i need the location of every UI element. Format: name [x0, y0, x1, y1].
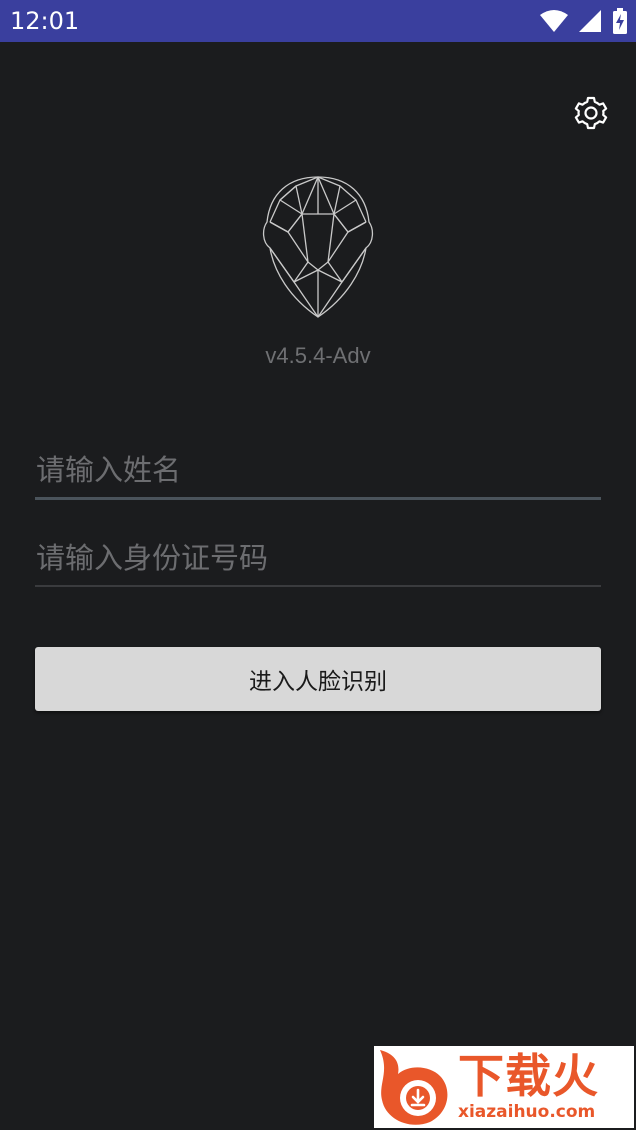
- version-text: v4.5.4-Adv: [265, 343, 371, 368]
- gear-icon: [574, 96, 608, 130]
- id-input-underline: [35, 585, 601, 587]
- watermark-url: xiazaihuo.com: [458, 1102, 596, 1122]
- watermark-logo: 下载火 xiazaihuo.com: [374, 1046, 634, 1128]
- flame-download-icon: [380, 1050, 448, 1125]
- settings-button[interactable]: [572, 94, 610, 132]
- battery-charging-icon: [613, 8, 627, 34]
- id-number-input[interactable]: [36, 533, 601, 583]
- status-icons: [540, 8, 628, 34]
- face-mesh-icon: [262, 176, 374, 318]
- status-bar: 12:01: [0, 0, 636, 42]
- signal-icon: [579, 10, 601, 32]
- face-logo: [258, 174, 378, 320]
- name-input-underline: [35, 497, 601, 500]
- status-time: 12:01: [10, 7, 80, 35]
- name-input[interactable]: [36, 445, 601, 495]
- wifi-icon: [540, 10, 568, 32]
- watermark-brand: 下载火: [458, 1049, 599, 1103]
- enter-face-recognition-button[interactable]: 进入人脸识别: [35, 647, 601, 711]
